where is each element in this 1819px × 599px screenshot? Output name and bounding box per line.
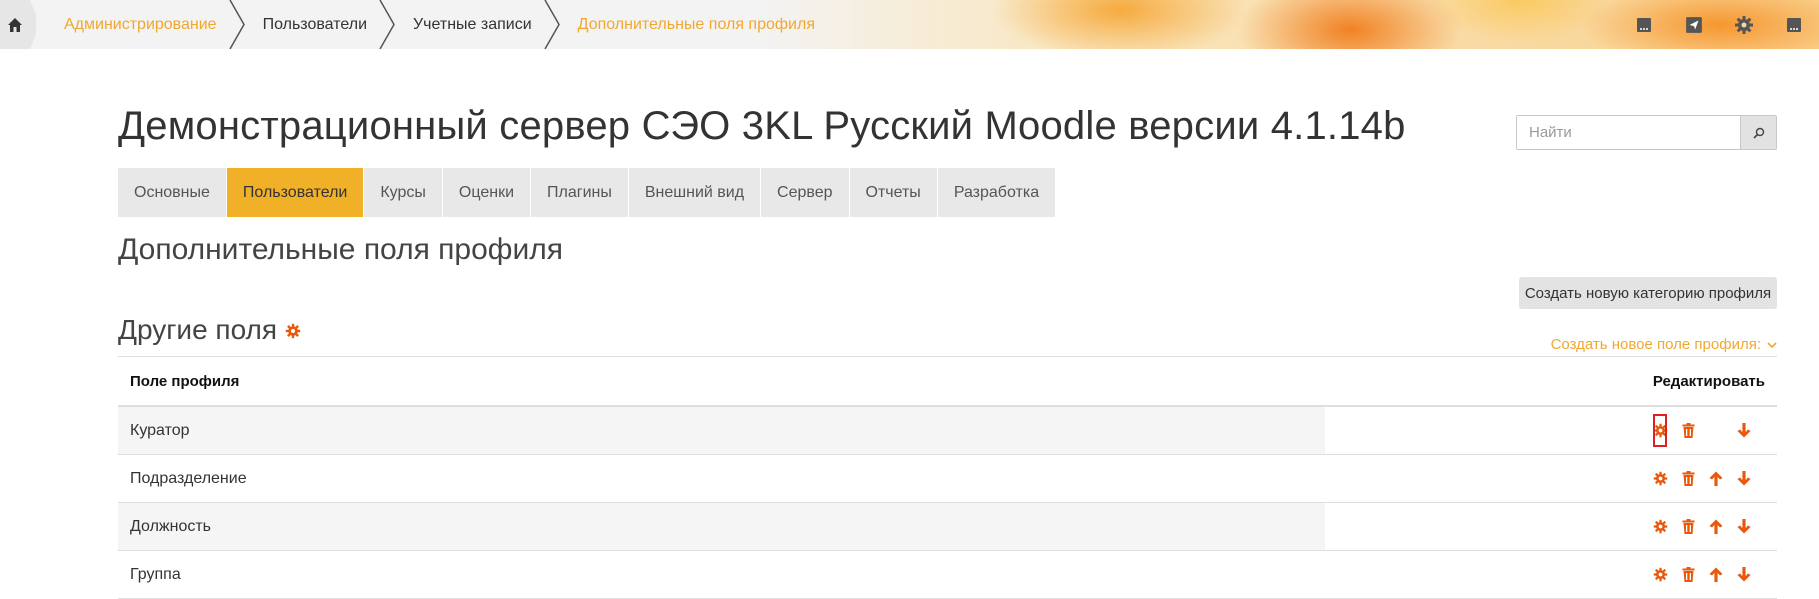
move-down-button[interactable] (1730, 455, 1758, 502)
delete-field-button[interactable] (1674, 455, 1702, 502)
create-field-dropdown[interactable]: Создать новое поле профиля: (1551, 336, 1777, 353)
trash-icon (1682, 423, 1694, 438)
create-field-label: Создать новое поле профиля: (1550, 336, 1761, 353)
messages-button[interactable] (1619, 0, 1669, 49)
breadcrumb-separator-icon (544, 0, 560, 49)
message-icon (1637, 17, 1651, 32)
admin-tabs: Основные Пользователи Курсы Оценки Плаги… (118, 168, 1057, 217)
field-name: Группа (130, 565, 181, 583)
home-button[interactable] (0, 0, 36, 49)
gear-icon (1653, 471, 1667, 486)
search-icon (1752, 127, 1764, 139)
arrow-down-icon (1737, 423, 1751, 438)
user-menu-button[interactable] (1769, 0, 1819, 49)
tab-appearance[interactable]: Внешний вид (628, 168, 762, 217)
tab-plugins[interactable]: Плагины (531, 168, 629, 217)
field-name: Куратор (118, 407, 1325, 454)
section-header: Другие поля (118, 314, 301, 346)
edit-field-button[interactable] (1646, 407, 1674, 454)
row-actions (1646, 503, 1762, 550)
breadcrumb: Администрирование Пользователи Учетные з… (64, 0, 815, 49)
move-down-button[interactable] (1730, 407, 1758, 454)
breadcrumb-item-profile-fields[interactable]: Дополнительные поля профиля (578, 16, 815, 34)
tab-courses[interactable]: Курсы (364, 168, 443, 217)
breadcrumb-item-admin[interactable]: Администрирование (64, 16, 217, 34)
table-row: Группа (118, 551, 1777, 599)
top-icons (1619, 0, 1819, 49)
breadcrumb-separator-icon (379, 0, 395, 49)
create-category-button[interactable]: Создать новую категорию профиля (1519, 277, 1777, 309)
move-up-button[interactable] (1702, 503, 1730, 550)
tab-grades[interactable]: Оценки (442, 168, 532, 217)
breadcrumb-item-users[interactable]: Пользователи (263, 16, 367, 34)
top-navbar: Администрирование Пользователи Учетные з… (0, 0, 1819, 49)
table-body: Куратор Подразделение Должность Группа (118, 407, 1777, 599)
message-icon (1787, 17, 1801, 32)
delete-field-button[interactable] (1674, 407, 1702, 454)
gear-icon (1653, 423, 1667, 438)
table-row: Подразделение (118, 455, 1777, 503)
delete-field-button[interactable] (1674, 551, 1702, 598)
breadcrumb-item-accounts[interactable]: Учетные записи (413, 16, 532, 34)
trash-icon (1682, 471, 1694, 486)
edit-field-button[interactable] (1646, 455, 1674, 502)
trash-icon (1682, 567, 1694, 582)
home-icon (8, 17, 22, 32)
col-header-edit: Редактировать (1652, 372, 1765, 390)
move-down-button[interactable] (1730, 551, 1758, 598)
table-header: Поле профиля Редактировать (118, 356, 1777, 407)
gear-icon (1653, 519, 1667, 534)
row-actions (1646, 407, 1762, 454)
tab-reports[interactable]: Отчеты (849, 168, 938, 217)
arrow-down-icon (1737, 471, 1751, 486)
row-actions (1646, 455, 1762, 502)
search-button[interactable] (1740, 116, 1776, 149)
chevron-down-icon (1767, 341, 1777, 348)
profile-fields-table: Поле профиля Редактировать Куратор Подраз… (118, 356, 1777, 599)
gear-icon (1735, 15, 1753, 34)
gear-icon (285, 323, 301, 338)
tab-server[interactable]: Сервер (761, 168, 850, 217)
notifications-button[interactable] (1669, 0, 1719, 49)
edit-field-button[interactable] (1646, 503, 1674, 550)
row-actions (1646, 551, 1762, 598)
breadcrumb-separator-icon (228, 0, 245, 49)
arrow-up-icon (1709, 471, 1723, 486)
delete-field-button[interactable] (1674, 503, 1702, 550)
table-row: Куратор (118, 407, 1777, 455)
table-row: Должность (118, 503, 1777, 551)
section-title: Другие поля (118, 314, 278, 345)
field-name: Подразделение (130, 469, 247, 487)
search-box (1516, 115, 1777, 150)
move-up-button[interactable] (1702, 551, 1730, 598)
tab-development[interactable]: Разработка (937, 168, 1057, 217)
arrow-down-icon (1737, 519, 1751, 534)
edit-field-button[interactable] (1646, 551, 1674, 598)
page-title: Дополнительные поля профиля (118, 233, 563, 266)
col-header-field: Поле профиля (130, 372, 240, 390)
section-edit-button[interactable] (285, 323, 301, 344)
move-down-button[interactable] (1730, 503, 1758, 550)
trash-icon (1682, 519, 1694, 534)
arrow-down-icon (1737, 567, 1751, 582)
notification-icon (1686, 16, 1702, 33)
field-name: Должность (118, 503, 1325, 550)
gear-icon (1653, 567, 1667, 582)
tab-general[interactable]: Основные (118, 168, 227, 217)
move-up-button[interactable] (1702, 455, 1730, 502)
site-title: Демонстрационный сервер СЭО 3KL Русский … (118, 104, 1406, 148)
settings-button[interactable] (1719, 0, 1769, 49)
search-input[interactable] (1517, 116, 1740, 149)
arrow-up-icon (1709, 567, 1723, 582)
arrow-up-icon (1709, 519, 1723, 534)
tab-users[interactable]: Пользователи (226, 168, 365, 217)
